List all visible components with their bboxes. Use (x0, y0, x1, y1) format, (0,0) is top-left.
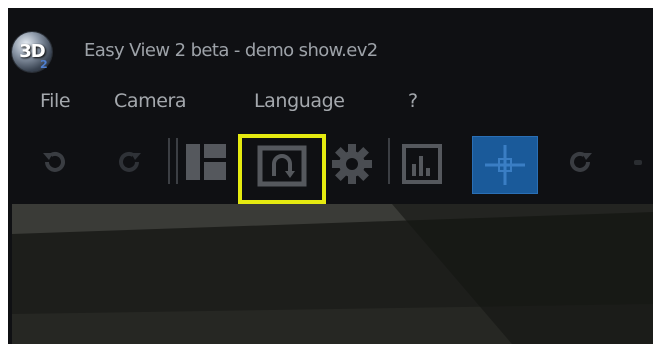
settings-gear-icon[interactable] (330, 142, 374, 186)
bar-chart-icon[interactable] (400, 142, 444, 186)
app-window: 3D 2 Easy View 2 beta - demo show.ev2 Fi… (8, 8, 653, 344)
title-bar: 3D 2 Easy View 2 beta - demo show.ev2 (8, 8, 653, 78)
undo-icon[interactable] (38, 146, 70, 178)
app-logo: 3D 2 (12, 32, 52, 72)
highlight-box (238, 134, 326, 204)
menu-camera[interactable]: Camera (114, 90, 187, 112)
logo-subscript: 2 (40, 58, 48, 71)
layout-panels-icon[interactable] (184, 142, 232, 182)
window-title: Easy View 2 beta - demo show.ev2 (84, 40, 378, 61)
toolbar-separator (168, 138, 170, 184)
menu-language[interactable]: Language (254, 90, 345, 112)
viewport-scene (12, 204, 653, 344)
3d-viewport[interactable] (12, 204, 653, 344)
redo-icon[interactable] (114, 146, 146, 178)
menu-bar: File Camera Language ? (8, 90, 653, 124)
move-crosshair-icon (485, 145, 525, 185)
menu-help[interactable]: ? (408, 90, 418, 112)
menu-file[interactable]: File (40, 90, 71, 112)
rotate-icon[interactable] (564, 146, 596, 178)
toolbar-separator (176, 138, 178, 184)
overflow-icon[interactable] (634, 160, 642, 165)
toolbar-separator (388, 138, 390, 184)
toolbar (8, 128, 653, 204)
move-tool-button[interactable] (472, 136, 538, 194)
